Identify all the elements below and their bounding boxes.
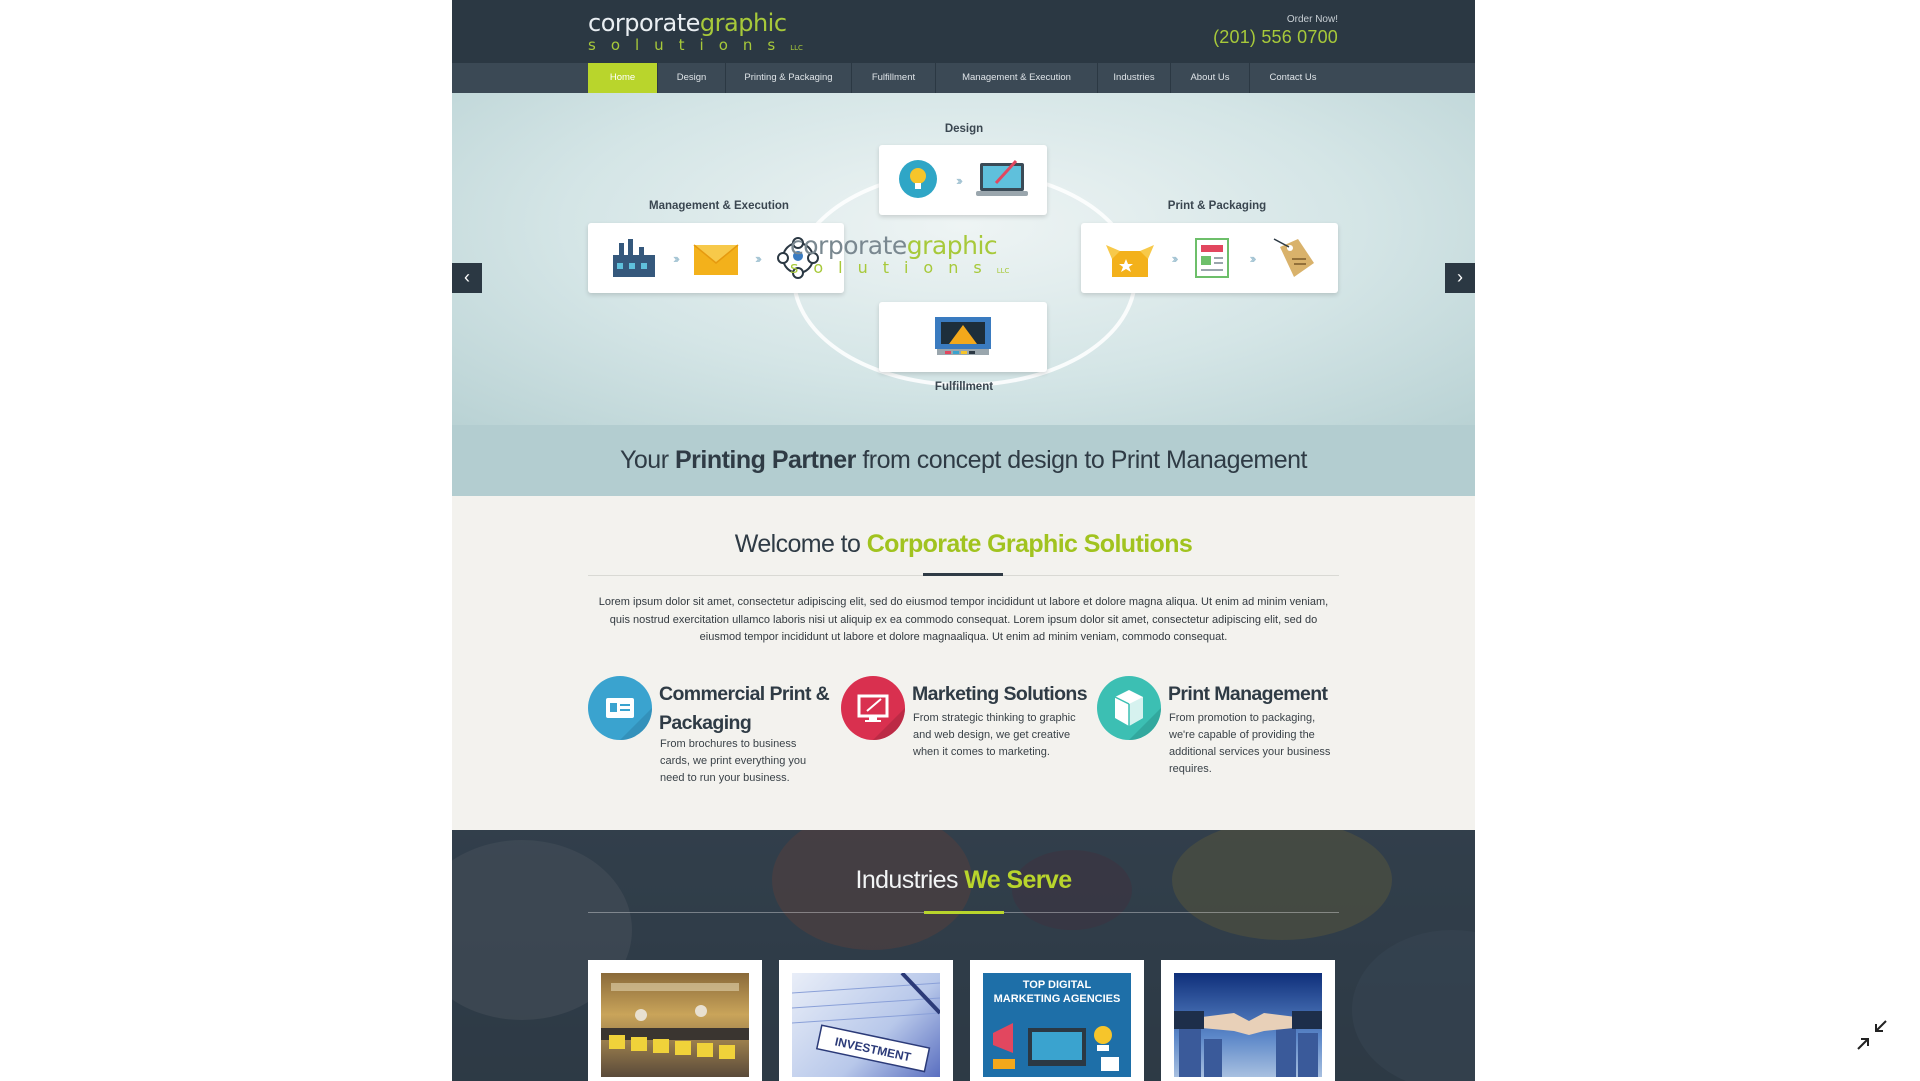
industries-heading: Industries We Serve — [452, 866, 1475, 895]
factory-photo — [601, 973, 749, 1077]
hero-label-design: Design — [944, 123, 984, 135]
logo-word-corporate: corporate — [588, 9, 700, 37]
collapse-fullscreen-icon[interactable] — [1856, 1019, 1888, 1051]
site-header: corporategraphic solutionsLLC Order Now!… — [452, 0, 1475, 63]
industry-card-finance[interactable]: INVESTMENT — [779, 960, 953, 1081]
website-page: corporategraphic solutionsLLC Order Now!… — [452, 0, 1475, 1081]
welcome-title-pre: Welcome to — [734, 530, 861, 558]
box-icon — [1105, 245, 1154, 277]
logo-word-solutions: solutions — [588, 36, 791, 54]
hero-card-design: ››› — [879, 145, 1047, 215]
package-box-icon — [1097, 676, 1161, 740]
industries-title-pre: Industries — [855, 866, 958, 894]
welcome-divider-accent — [923, 573, 1003, 576]
welcome-heading: Welcome to Corporate Graphic Solutions — [452, 530, 1475, 559]
service-title: Commercial Print & Packaging — [659, 683, 830, 734]
service-title: Marketing Solutions — [912, 683, 1088, 705]
arrow-icon: ››› — [755, 250, 762, 266]
factory-icon — [613, 239, 655, 277]
nav-item-design[interactable]: Design — [658, 63, 726, 93]
slider-prev-button[interactable]: ‹ — [452, 263, 482, 293]
hero-logo-word-corporate: corporate — [790, 231, 907, 260]
tagline-bold: Printing Partner — [674, 446, 856, 474]
service-description: From brochures to business cards, we pri… — [660, 738, 807, 784]
hero-slider: Design ››› Management & Execution ››› ››… — [452, 93, 1475, 425]
envelope-icon — [693, 244, 739, 275]
brochure-icon — [1194, 238, 1229, 278]
order-now-label: Order Now! — [1286, 14, 1338, 25]
nav-item-contact-us[interactable]: Contact Us — [1250, 63, 1336, 93]
hero-label-fulfillment: Fulfillment — [934, 381, 994, 393]
chevron-left-icon: ‹ — [464, 267, 470, 287]
investment-photo: INVESTMENT — [792, 973, 940, 1077]
tagline-pre: Your — [620, 446, 669, 474]
hero-logo-word-solutions: solutions — [790, 258, 997, 277]
tagline-post: from concept design to Print Management — [862, 446, 1307, 474]
hero-label-management: Management & Execution — [649, 200, 789, 212]
price-tag-icon — [1273, 238, 1314, 277]
service-commercial-print[interactable]: Commercial Print & Packaging From brochur… — [588, 676, 830, 786]
nav-item-printing-packaging[interactable]: Printing & Packaging — [726, 63, 852, 93]
printer-icon — [935, 317, 991, 355]
site-logo[interactable]: corporategraphic solutionsLLC — [588, 9, 803, 54]
service-print-management[interactable]: Print Management From promotion to packa… — [1097, 676, 1337, 786]
slider-next-button[interactable]: › — [1445, 263, 1475, 293]
arrow-icon: ››› — [673, 250, 680, 266]
nav-item-fulfillment[interactable]: Fulfillment — [852, 63, 936, 93]
industries-section: Industries We Serve INVESTMENT TOP DIGIT… — [452, 830, 1475, 1081]
logo-word-graphic: graphic — [699, 9, 787, 37]
handshake-photo — [1174, 973, 1322, 1077]
hero-logo-word-graphic: graphic — [906, 231, 998, 260]
hero-label-print-packaging: Print & Packaging — [1167, 200, 1267, 212]
logo-llc: LLC — [790, 44, 803, 52]
industry-card-corporate[interactable] — [1161, 960, 1335, 1081]
service-title: Print Management — [1168, 683, 1328, 705]
welcome-body-text: Lorem ipsum dolor sit amet, consectetur … — [598, 596, 1329, 643]
arrow-icon: ››› — [1171, 250, 1179, 266]
service-description: From strategic thinking to graphic and w… — [913, 712, 1076, 758]
hero-logo: corporategraphic solutionsLLC — [790, 231, 1009, 279]
service-marketing-solutions[interactable]: Marketing Solutions From strategic think… — [841, 676, 1088, 786]
nav-item-industries[interactable]: Industries — [1098, 63, 1171, 93]
chevron-right-icon: › — [1457, 267, 1463, 287]
hero-logo-llc: LLC — [996, 267, 1010, 275]
arrow-icon: ››› — [1249, 250, 1257, 266]
marketing-agencies-graphic: TOP DIGITAL MARKETING AGENCIES — [983, 973, 1131, 1077]
nav-item-about-us[interactable]: About Us — [1171, 63, 1250, 93]
monitor-icon — [841, 676, 905, 740]
id-card-icon — [588, 676, 652, 740]
hero-card-print-packaging: ››› ››› — [1081, 223, 1338, 293]
industries-divider-accent — [924, 911, 1004, 914]
welcome-title-highlight: Corporate Graphic Solutions — [866, 530, 1193, 558]
industry-card-manufacturing[interactable] — [588, 960, 762, 1081]
main-navigation: Home Design Printing & Packaging Fulfill… — [452, 63, 1475, 93]
industries-title-highlight: We Serve — [964, 866, 1072, 894]
service-description: From promotion to packaging, we're capab… — [1169, 712, 1331, 775]
industry-card-marketing[interactable]: TOP DIGITAL MARKETING AGENCIES — [970, 960, 1144, 1081]
laptop-design-icon — [976, 159, 1028, 196]
nav-item-management-execution[interactable]: Management & Execution — [936, 63, 1098, 93]
hero-card-fulfillment — [879, 302, 1047, 372]
lightbulb-head-icon — [899, 160, 937, 198]
nav-item-home[interactable]: Home — [588, 63, 658, 93]
tagline-banner: Your Printing Partner from concept desig… — [452, 425, 1475, 496]
order-phone-number[interactable]: (201) 556 0700 — [1213, 27, 1338, 48]
arrow-icon: ››› — [956, 172, 963, 188]
